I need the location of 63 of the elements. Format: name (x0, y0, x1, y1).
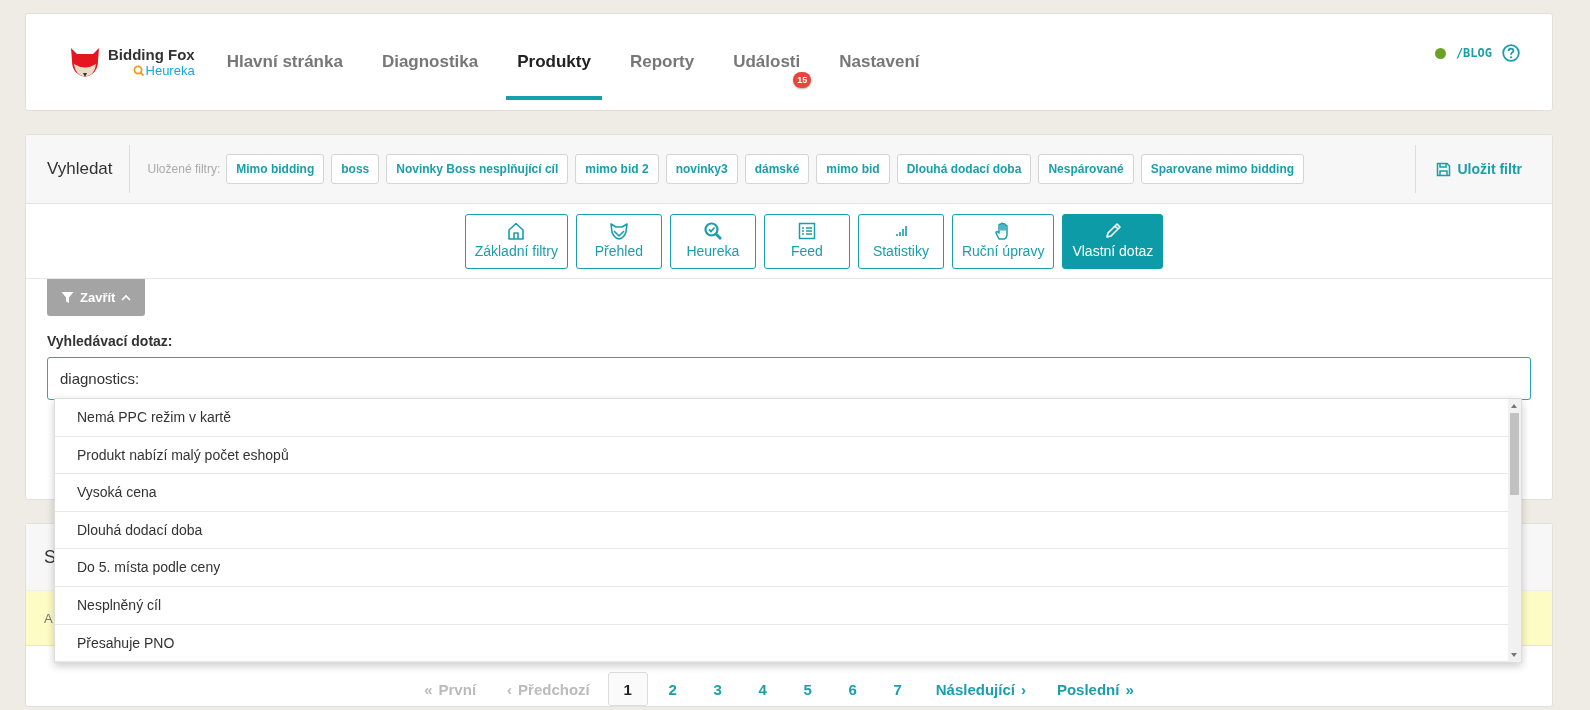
save-filter-button[interactable]: Uložit filtr (1415, 145, 1528, 193)
suggestion-item[interactable]: Vysoká cena (55, 474, 1508, 512)
scroll-up-icon (1509, 402, 1519, 410)
nav-tab[interactable]: Hlavní stránka (215, 14, 354, 110)
page-button[interactable]: 7 (877, 672, 918, 706)
blog-link[interactable]: /BLOG (1455, 46, 1492, 60)
section-title: Vyhledat (47, 145, 130, 193)
filter-icon (61, 291, 74, 304)
mode-tab[interactable]: Vlastní dotaz (1062, 213, 1164, 269)
magnifier-check-icon (132, 65, 144, 76)
query-label: Vyhledávací dotaz: (47, 333, 174, 349)
mode-tab[interactable]: Feed (763, 213, 850, 269)
scroll-down-icon (1509, 651, 1519, 659)
page-button[interactable]: 6 (832, 672, 873, 706)
active-filters-label: A (44, 610, 53, 626)
saved-filter-chip[interactable]: novinky3 (665, 154, 738, 184)
suggestion-item[interactable]: Do 5. místa podle ceny (55, 549, 1508, 587)
saved-filter-chip[interactable]: Nespárované (1038, 154, 1134, 184)
mode-tab[interactable]: Statistiky (857, 213, 944, 269)
chevron-up-icon (121, 293, 132, 302)
suggestion-item[interactable]: Nesplněný cíl (55, 586, 1508, 625)
logo-subtext: Heureka (145, 63, 195, 78)
saved-filters-label: Uložené filtry: (147, 162, 221, 176)
last-page-button[interactable]: Poslední » (1043, 672, 1147, 706)
page-button[interactable]: 4 (742, 672, 783, 706)
nav-tab[interactable]: Události 15 (722, 14, 812, 110)
query-input-field[interactable]: diagnostics: (47, 357, 1531, 400)
nav-tab[interactable]: Nastavení (828, 14, 931, 110)
search-icon (702, 220, 723, 241)
suggestion-item[interactable]: Dlouhá dodací doba (55, 511, 1508, 550)
nav-tab[interactable]: Produkty (506, 24, 602, 100)
fox-head-icon (608, 220, 629, 241)
count-badge: 15 (793, 72, 812, 88)
next-page-button[interactable]: Následující › (922, 672, 1039, 706)
suggestion-item[interactable]: Produkt nabízí malý počet eshopů (55, 436, 1508, 475)
saved-filter-chip[interactable]: mimo bid (816, 154, 890, 184)
saved-filter-chip[interactable]: dámské (744, 154, 810, 184)
page-button[interactable]: 1 (607, 672, 648, 706)
saved-filter-chip[interactable]: Sparovane mimo bidding (1140, 154, 1305, 184)
page-button[interactable]: 5 (787, 672, 828, 706)
list-icon (796, 220, 817, 241)
suggestion-item[interactable]: Nemá PPC režim v kartě (55, 399, 1508, 437)
mode-tab[interactable]: Přehled (575, 213, 662, 269)
page-button[interactable]: 2 (652, 672, 693, 706)
saved-filter-chip[interactable]: Novinky Boss nesplňující cíl (386, 154, 569, 184)
close-filter-button[interactable]: Zavřít (47, 279, 146, 316)
nav-tab[interactable]: Diagnostika (370, 14, 490, 110)
logo-text: Bidding Fox (108, 46, 195, 63)
saved-filter-chip[interactable]: mimo bid 2 (575, 154, 659, 184)
saved-filter-chip[interactable]: boss (331, 154, 380, 184)
home-icon (506, 220, 527, 241)
status-dot-icon (1434, 47, 1446, 59)
saved-filter-chip[interactable]: Dlouhá dodací doba (896, 154, 1032, 184)
page-button[interactable]: 3 (697, 672, 738, 706)
scrollbar[interactable] (1508, 399, 1521, 662)
suggestion-item[interactable]: Přesahuje PNO (55, 624, 1508, 662)
help-icon (1502, 44, 1520, 62)
mode-tab[interactable]: Ruční úpravy (951, 213, 1055, 269)
nav-tab[interactable]: Reporty (618, 14, 706, 110)
scrollbar-thumb[interactable] (1510, 413, 1519, 495)
mode-tab[interactable]: Základní filtry (464, 213, 568, 269)
mode-tab[interactable]: Heureka (669, 213, 756, 269)
saved-filter-chip[interactable]: Mimo bidding (226, 154, 325, 184)
